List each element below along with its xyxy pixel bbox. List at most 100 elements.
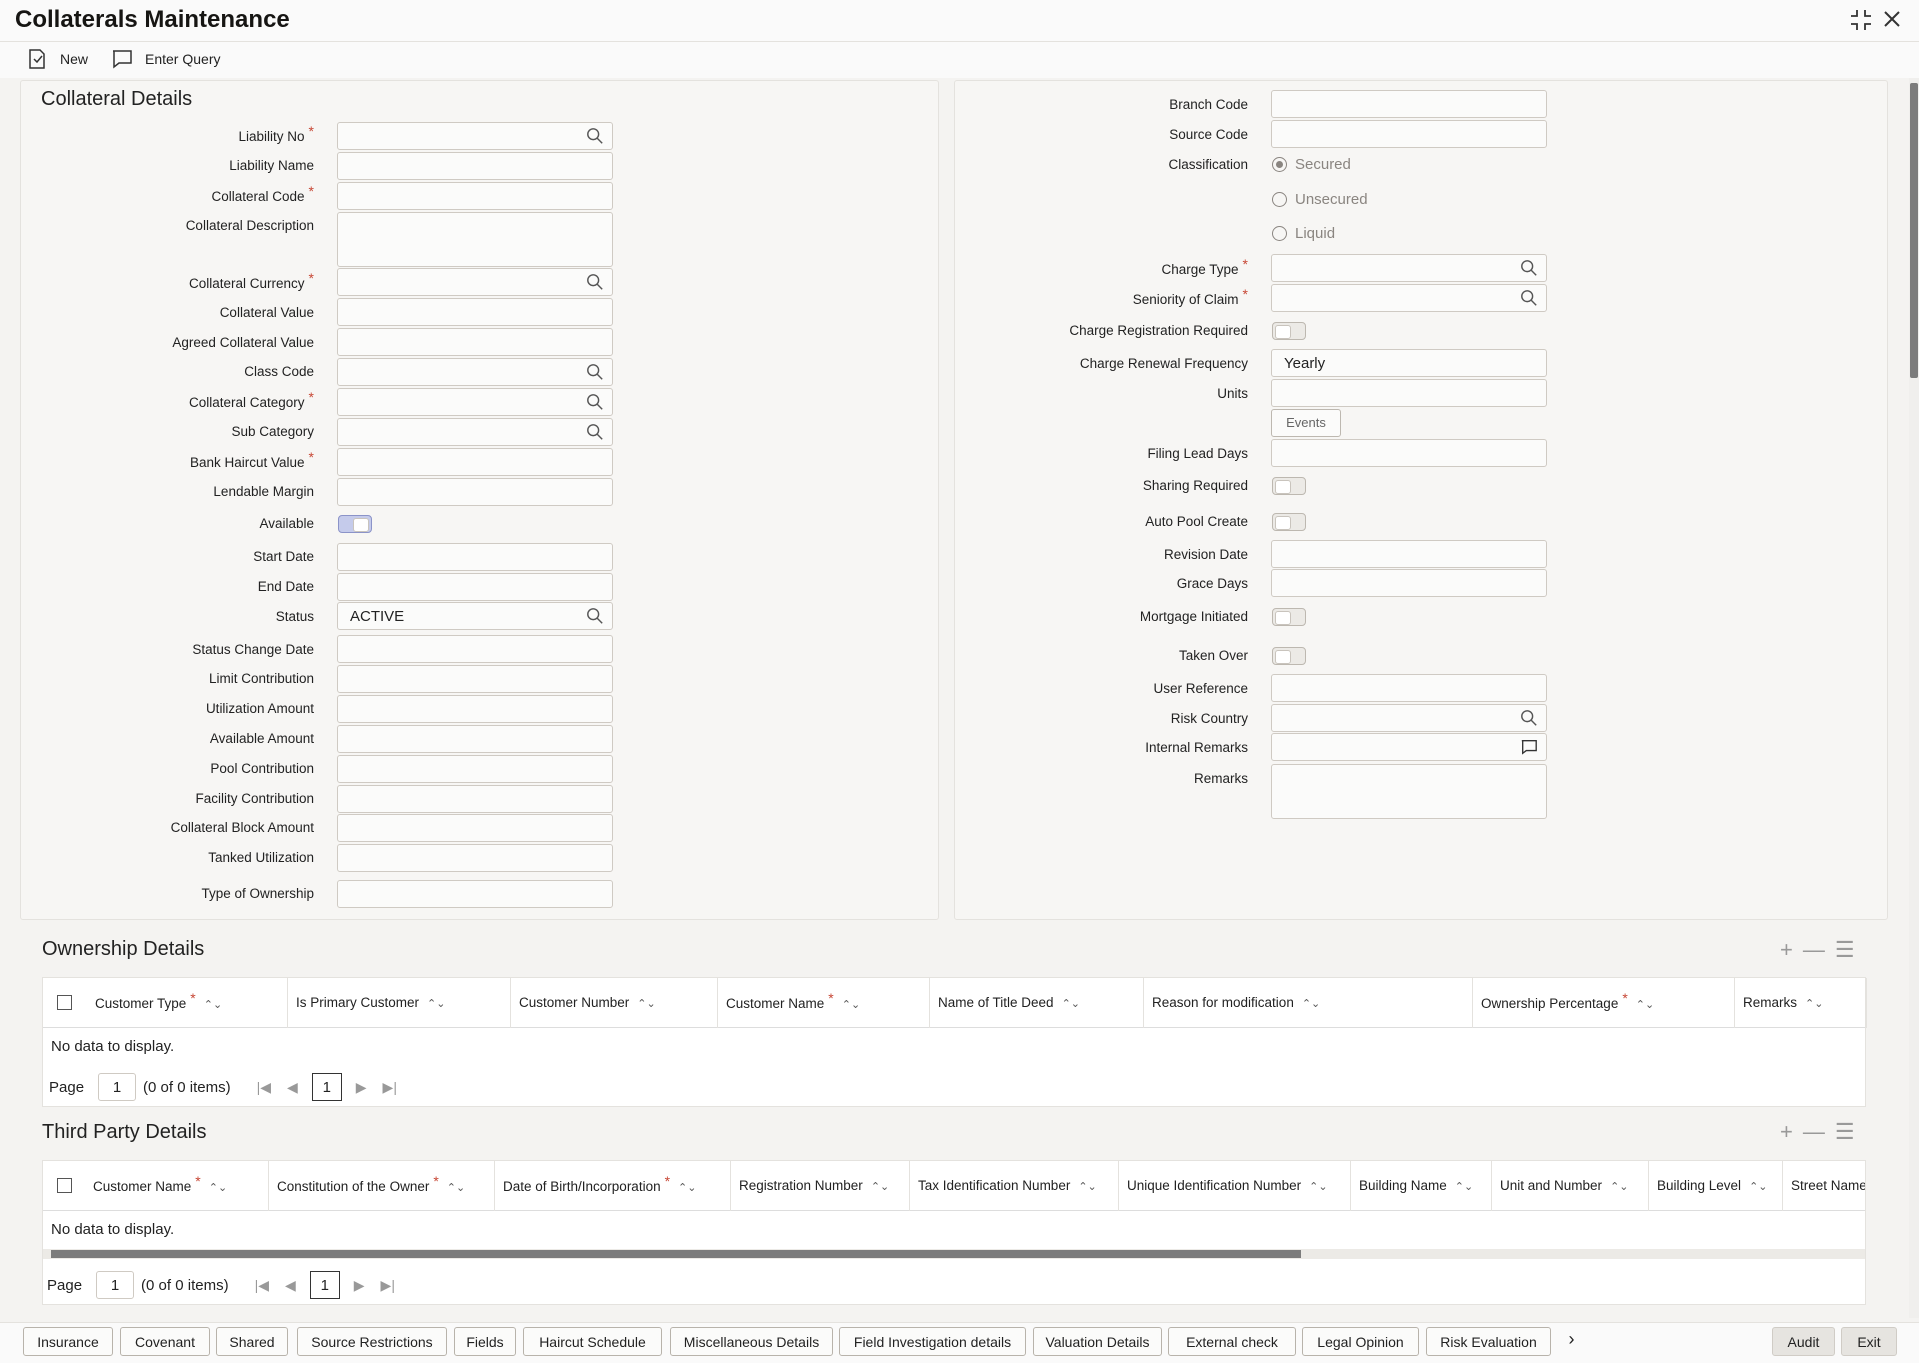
sort-icon[interactable]: ⌃⌄ [1062,998,1080,1010]
enter-query-button[interactable]: Enter Query [111,48,220,70]
external-check-tab-button[interactable]: External check [1168,1327,1296,1356]
search-icon[interactable] [586,607,604,625]
radio-button[interactable] [1272,157,1287,172]
sort-icon[interactable]: ⌃⌄ [1309,1181,1327,1193]
scrollbar-thumb[interactable] [51,1250,1301,1258]
fields-tab-button[interactable]: Fields [454,1327,516,1356]
classification-option-1[interactable]: Unsecured [1272,191,1368,208]
classification-option-2[interactable]: Liquid [1272,225,1335,242]
charge-registration-required-toggle[interactable] [1272,322,1306,340]
ownership-column-header[interactable]: Customer Name * ⌃⌄ [718,978,930,1028]
tanked-utilization-field[interactable] [337,844,613,872]
search-icon[interactable] [586,127,604,145]
pool-contribution-field[interactable] [337,755,613,783]
insurance-tab-button[interactable]: Insurance [23,1327,113,1356]
select-all-checkbox[interactable] [57,995,72,1010]
sort-icon[interactable]: ⌃⌄ [1078,1181,1096,1193]
search-icon[interactable] [586,363,604,381]
next-page-icon[interactable]: ▶ [356,1079,367,1096]
facility-contribution-field[interactable] [337,785,613,813]
vertical-scrollbar[interactable] [1909,78,1919,1318]
minimize-icon[interactable] [1849,8,1873,38]
search-icon[interactable] [1520,709,1538,727]
remove-row-icon[interactable]: — [1803,937,1825,963]
scrollbar-thumb[interactable] [1910,83,1918,378]
collateral-value-field[interactable] [337,298,613,326]
third-party-column-header[interactable]: Street Name⌃⌄ [1783,1161,1865,1211]
select-all-checkbox[interactable] [57,1178,72,1193]
available-toggle[interactable] [338,515,372,533]
sort-icon[interactable]: ⌃⌄ [1636,999,1654,1011]
search-icon[interactable] [586,393,604,411]
third-party-column-header[interactable]: Building Name ⌃⌄ [1351,1161,1492,1211]
third-party-column-header[interactable]: Registration Number ⌃⌄ [731,1161,910,1211]
sub-category-field[interactable] [337,418,613,446]
internal-remarks-field[interactable] [1271,733,1547,761]
collateral-currency-field[interactable] [337,268,613,296]
exit-button[interactable]: Exit [1841,1327,1897,1356]
risk-evaluation-tab-button[interactable]: Risk Evaluation [1426,1327,1551,1356]
units-field[interactable] [1271,379,1547,407]
page-input[interactable]: 1 [96,1271,135,1299]
taken-over-toggle[interactable] [1272,647,1306,665]
legal-opinion-tab-button[interactable]: Legal Opinion [1302,1327,1419,1356]
single-record-view-icon[interactable]: ☰ [1835,937,1855,963]
events-button[interactable]: Events [1271,409,1341,437]
add-row-icon[interactable]: + [1780,1119,1793,1145]
field-investigation-details-tab-button[interactable]: Field Investigation details [839,1327,1026,1356]
seniority-of-claim-field[interactable] [1271,284,1547,312]
collateral-code-field[interactable] [337,182,613,210]
search-icon[interactable] [586,273,604,291]
search-icon[interactable] [1520,289,1538,307]
liability-no-field[interactable] [337,122,613,150]
third-party-column-header[interactable]: Unique Identification Number ⌃⌄ [1119,1161,1351,1211]
next-page-icon[interactable]: ▶ [354,1277,365,1294]
sort-icon[interactable]: ⌃⌄ [1610,1181,1628,1193]
collateral-description-field[interactable] [337,212,613,267]
sort-icon[interactable]: ⌃⌄ [678,1182,696,1194]
sort-icon[interactable]: ⌃⌄ [1455,1181,1473,1193]
classification-option-0[interactable]: Secured [1272,156,1351,173]
mortgage-initiated-toggle[interactable] [1272,608,1306,626]
third-party-column-header[interactable]: Unit and Number ⌃⌄ [1492,1161,1649,1211]
third-party-column-header[interactable]: Date of Birth/Incorporation * ⌃⌄ [495,1161,731,1211]
risk-country-field[interactable] [1271,704,1547,732]
source-restrictions-tab-button[interactable]: Source Restrictions [297,1327,447,1356]
ownership-column-header[interactable]: Is Primary Customer ⌃⌄ [288,978,511,1028]
collateral-category-field[interactable] [337,388,613,416]
radio-button[interactable] [1272,226,1287,241]
status-field[interactable]: ACTIVE [337,602,613,630]
single-record-view-icon[interactable]: ☰ [1835,1119,1855,1145]
collateral-block-amount-field[interactable] [337,814,613,842]
covenant-tab-button[interactable]: Covenant [120,1327,210,1356]
comment-icon[interactable] [1520,738,1538,756]
radio-button[interactable] [1272,192,1287,207]
third-party-column-header[interactable]: Customer Name * ⌃⌄ [85,1161,269,1211]
miscellaneous-details-tab-button[interactable]: Miscellaneous Details [670,1327,833,1356]
add-row-icon[interactable]: + [1780,937,1793,963]
search-icon[interactable] [586,423,604,441]
liability-name-field[interactable] [337,152,613,180]
ownership-column-header[interactable]: Name of Title Deed ⌃⌄ [930,978,1144,1028]
sort-icon[interactable]: ⌃⌄ [871,1181,889,1193]
ownership-column-header[interactable]: Ownership Percentage * ⌃⌄ [1473,978,1735,1028]
last-page-icon[interactable]: ▶| [381,1277,395,1294]
source-code-field[interactable] [1271,120,1547,148]
last-page-icon[interactable]: ▶| [383,1079,397,1096]
type-of-ownership-field[interactable] [337,880,613,908]
sort-icon[interactable]: ⌃⌄ [209,1182,227,1194]
audit-button[interactable]: Audit [1772,1327,1835,1356]
search-icon[interactable] [1520,259,1538,277]
agreed-collateral-value-field[interactable] [337,328,613,356]
ownership-column-header[interactable]: Customer Type * ⌃⌄ [87,978,288,1028]
revision-date-field[interactable] [1271,540,1547,568]
current-page[interactable]: 1 [309,1271,340,1299]
start-date-field[interactable] [337,543,613,571]
third-party-column-header[interactable]: Constitution of the Owner * ⌃⌄ [269,1161,495,1211]
haircut-schedule-tab-button[interactable]: Haircut Schedule [523,1327,662,1356]
new-button[interactable]: New [26,48,88,70]
grace-days-field[interactable] [1271,569,1547,597]
utilization-amount-field[interactable] [337,695,613,723]
charge-type-field[interactable] [1271,254,1547,282]
sort-icon[interactable]: ⌃⌄ [204,999,222,1011]
